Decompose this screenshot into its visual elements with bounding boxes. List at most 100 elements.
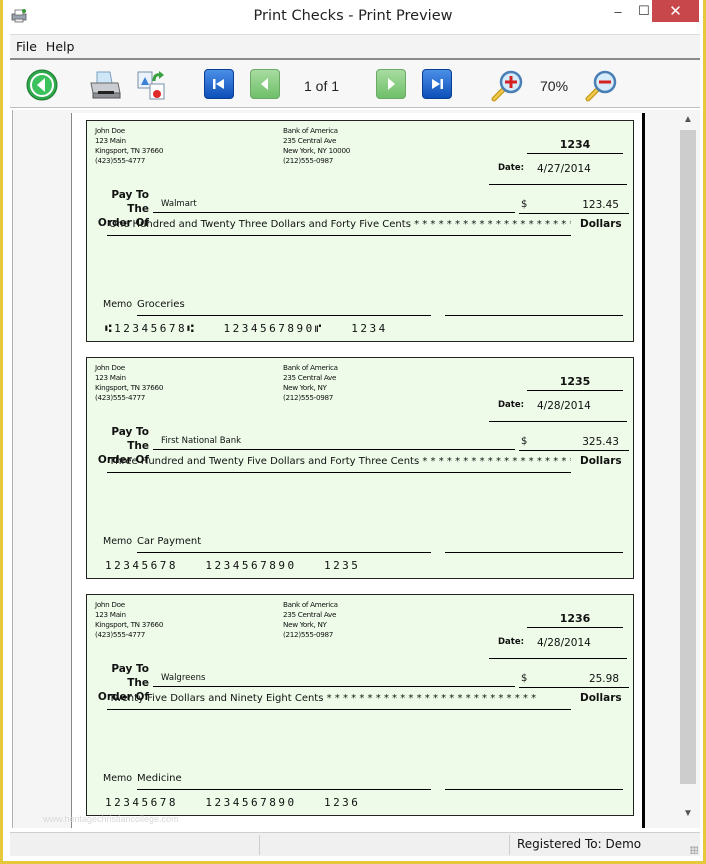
first-page-button[interactable] [204, 69, 236, 101]
payer-city: Kingsport, TN 37660 [95, 620, 164, 629]
status-pane [10, 835, 260, 855]
pay-to-label-line1: Pay To The [111, 426, 149, 452]
zoom-out-button[interactable] [584, 69, 617, 102]
memo-label: Memo [103, 536, 133, 547]
last-page-icon [432, 79, 443, 89]
memo-label: Memo [103, 299, 133, 310]
check-number: 1236 [527, 612, 623, 628]
scroll-down-arrow-icon[interactable]: ▼ [677, 808, 699, 822]
preview-page: John Doe 123 Main Kingsport, TN 37660 (4… [71, 113, 645, 828]
menu-help[interactable]: Help [46, 39, 75, 54]
preview-area: John Doe 123 Main Kingsport, TN 37660 (4… [12, 110, 700, 828]
pay-to-label-line1: Pay To The [111, 189, 149, 215]
menu-bar: File Help [10, 34, 700, 58]
bank-name: Bank of America [283, 600, 338, 609]
bank-street: 235 Central Ave [283, 373, 337, 382]
payer-address: John Doe 123 Main Kingsport, TN 37660 (4… [95, 600, 163, 640]
minimize-button[interactable]: – [605, 0, 631, 22]
watermark: www.heritagechristiancollege.com [43, 814, 179, 824]
payee: Walgreens [153, 673, 515, 687]
payer-phone: (423)555-4777 [95, 630, 146, 639]
payer-street: 123 Main [95, 136, 126, 145]
bank-name: Bank of America [283, 126, 338, 135]
amount-in-words: One Hundred and Twenty Three Dollars and… [107, 219, 571, 236]
dollars-label: Dollars [580, 692, 622, 704]
memo: Car Payment [137, 536, 431, 553]
signature-line [445, 315, 623, 316]
vertical-scrollbar[interactable]: ▲ ▼ [677, 110, 699, 828]
bank-name: Bank of America [283, 363, 338, 372]
dollar-sign: $ [521, 436, 528, 447]
micr-line: 12345678 1234567890 1235 [105, 559, 361, 572]
export-button[interactable] [136, 69, 168, 101]
first-page-icon [213, 79, 224, 89]
scroll-thumb[interactable] [680, 130, 696, 784]
print-button[interactable] [88, 69, 121, 101]
amount: 25.98 [519, 673, 629, 688]
close-button[interactable]: ✕ [652, 0, 699, 22]
date-label: Date: [498, 163, 525, 173]
next-page-button[interactable] [376, 69, 408, 101]
payer-city: Kingsport, TN 37660 [95, 146, 164, 155]
bank-phone: (212)555-0987 [283, 156, 334, 165]
payer-city: Kingsport, TN 37660 [95, 383, 164, 392]
date-label: Date: [498, 637, 525, 647]
payer-phone: (423)555-4777 [95, 393, 146, 402]
payer-street: 123 Main [95, 610, 126, 619]
payer-address: John Doe 123 Main Kingsport, TN 37660 (4… [95, 126, 163, 166]
memo: Medicine [137, 773, 431, 790]
memo-label: Memo [103, 773, 133, 784]
payer-street: 123 Main [95, 373, 126, 382]
dollars-label: Dollars [580, 455, 622, 467]
previous-page-icon [261, 78, 268, 90]
amount-in-words: Twenty Five Dollars and Ninety Eight Cen… [107, 693, 571, 710]
print-preview-window: Print Checks - Print Preview – ☐ ✕ File … [3, 0, 703, 861]
registration-status: Registered To: Demo [517, 837, 642, 851]
export-icon [137, 71, 165, 100]
last-page-button[interactable] [422, 69, 454, 101]
micr-line: ⑆12345678⑆ 1234567890⑈ 1234 [105, 322, 388, 335]
bank-phone: (212)555-0987 [283, 630, 334, 639]
payee: First National Bank [153, 436, 515, 450]
payer-phone: (423)555-4777 [95, 156, 146, 165]
check: John Doe 123 Main Kingsport, TN 37660 (4… [86, 594, 634, 816]
zoom-in-button[interactable] [490, 69, 523, 102]
bank-city: New York, NY [283, 383, 327, 392]
bank-street: 235 Central Ave [283, 610, 337, 619]
payer-address: John Doe 123 Main Kingsport, TN 37660 (4… [95, 363, 163, 403]
check-number: 1235 [527, 375, 623, 391]
bank-street: 235 Central Ave [283, 136, 337, 145]
resize-grip-icon[interactable] [690, 846, 698, 854]
status-pane [260, 835, 510, 855]
previous-page-button[interactable] [250, 69, 282, 101]
back-button[interactable] [26, 69, 58, 101]
zoom-level: 70% [540, 78, 569, 94]
payer-name: John Doe [95, 600, 125, 609]
dollars-label: Dollars [580, 218, 622, 230]
check: John Doe 123 Main Kingsport, TN 37660 (4… [86, 357, 634, 579]
bank-address: Bank of America 235 Central Ave New York… [283, 126, 350, 166]
signature-line [445, 552, 623, 553]
menu-file[interactable]: File [16, 39, 37, 54]
pay-to-label-line1: Pay To The [111, 663, 149, 689]
signature-line [445, 789, 623, 790]
payee: Walmart [153, 199, 515, 213]
page-indicator: 1 of 1 [304, 78, 340, 94]
dollar-sign: $ [521, 199, 528, 210]
zoom-out-icon [585, 70, 617, 102]
zoom-in-icon [491, 70, 523, 102]
check: John Doe 123 Main Kingsport, TN 37660 (4… [86, 120, 634, 342]
dollar-sign: $ [521, 673, 528, 684]
bank-address: Bank of America 235 Central Ave New York… [283, 363, 338, 403]
bank-phone: (212)555-0987 [283, 393, 334, 402]
bank-city: New York, NY 10000 [283, 146, 350, 155]
toolbar: 1 of 1 70% [10, 58, 700, 108]
scroll-up-arrow-icon[interactable]: ▲ [677, 114, 699, 128]
micr-line: 12345678 1234567890 1236 [105, 796, 361, 809]
memo: Groceries [137, 299, 431, 316]
bank-city: New York, NY [283, 620, 327, 629]
status-bar: Registered To: Demo [10, 832, 700, 856]
amount: 123.45 [519, 199, 629, 214]
check-number: 1234 [527, 138, 623, 154]
window-title: Print Checks - Print Preview [253, 8, 453, 24]
